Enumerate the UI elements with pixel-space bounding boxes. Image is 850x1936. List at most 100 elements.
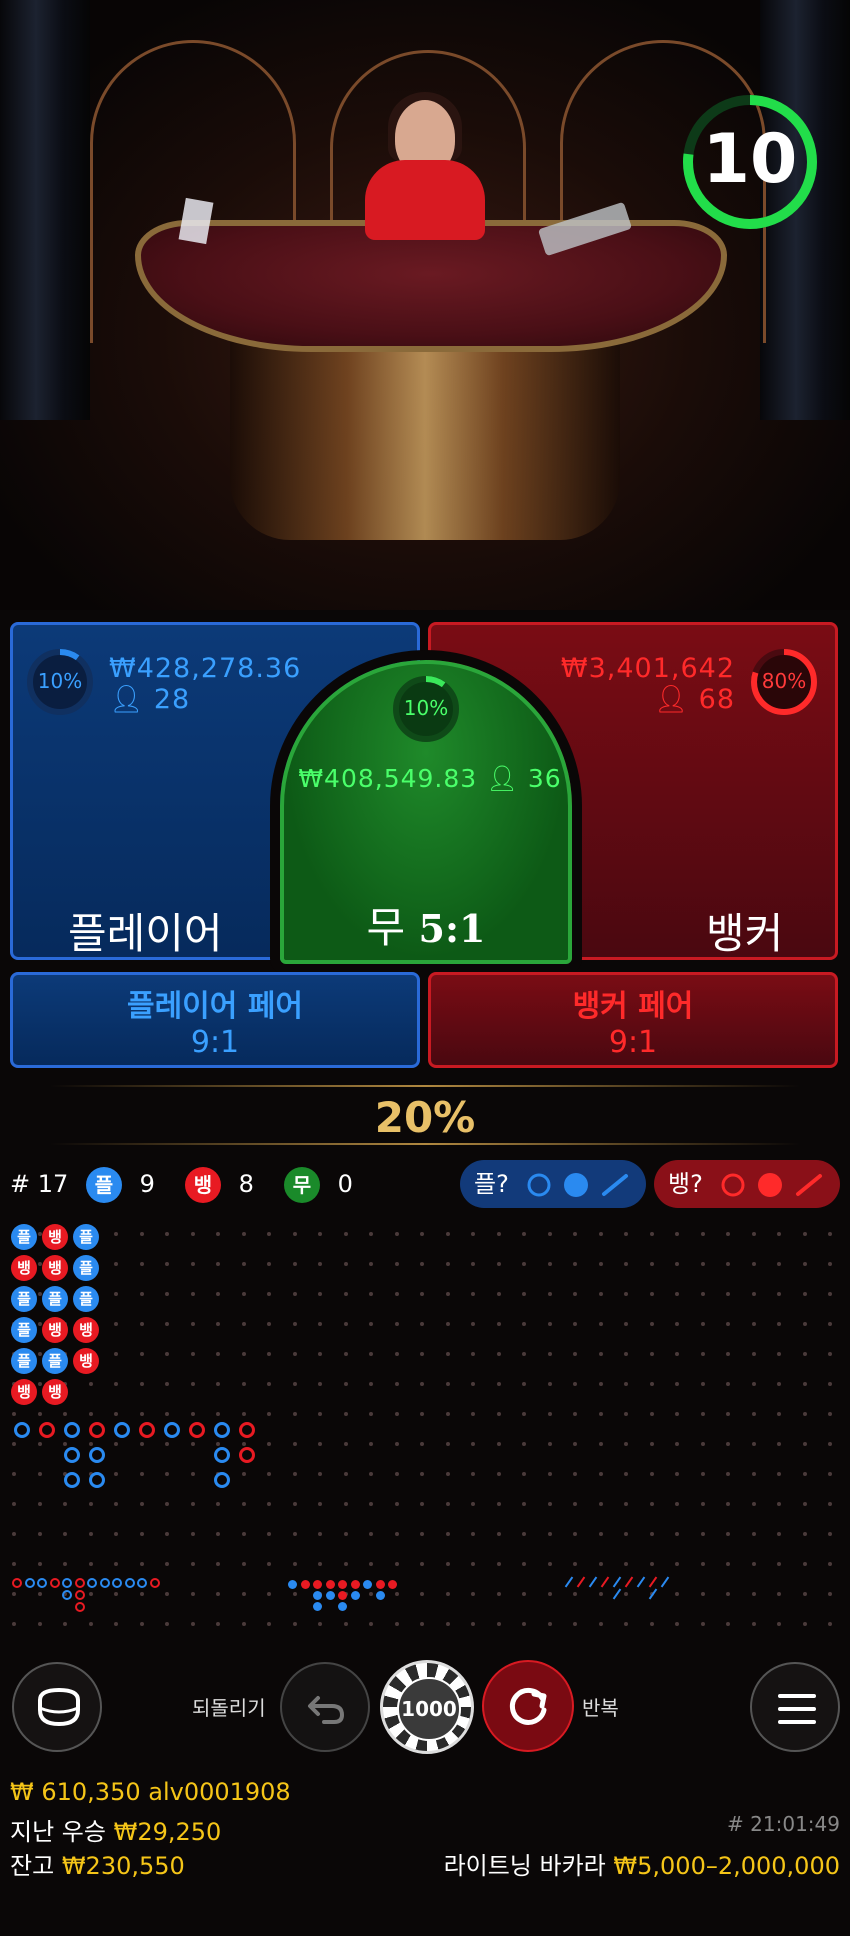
grid-dot — [726, 1262, 730, 1266]
grid-dot — [471, 1622, 475, 1626]
lobby-button[interactable] — [12, 1662, 102, 1752]
grid-dot — [292, 1382, 297, 1386]
repeat-button[interactable] — [482, 1660, 574, 1752]
grid-dot — [369, 1562, 373, 1566]
banker-win-stat: 뱅 8 — [185, 1165, 254, 1203]
balance: 잔고 ₩230,550 — [10, 1846, 185, 1881]
grid-dot — [777, 1382, 781, 1386]
grid-dot — [165, 1442, 169, 1446]
big-road-banker — [89, 1422, 105, 1438]
grid-dot — [241, 1232, 246, 1236]
grid-dot — [12, 1532, 16, 1536]
grid-dot — [343, 1472, 348, 1476]
grid-dot — [445, 1352, 450, 1356]
big-road-banker — [239, 1422, 255, 1438]
bead-player: 플 — [11, 1224, 37, 1250]
grid-dot — [675, 1352, 679, 1356]
repeat-icon — [509, 1687, 547, 1725]
chip-selector[interactable]: 1000 — [380, 1660, 474, 1754]
grid-dot — [777, 1262, 781, 1266]
tie-percent: 10% — [403, 696, 449, 720]
grid-dot — [751, 1472, 756, 1476]
small-road-player — [99, 1578, 110, 1588]
grid-dot — [420, 1232, 424, 1236]
bead-player: 플 — [11, 1348, 37, 1374]
grid-dot — [139, 1472, 144, 1476]
grid-dot — [496, 1262, 501, 1266]
cockroach-banker — [338, 1580, 347, 1589]
small-road-player — [87, 1578, 97, 1588]
grid-dot — [547, 1592, 552, 1596]
grid-dot — [802, 1382, 807, 1386]
grid-dot — [649, 1262, 654, 1266]
grid-dot — [496, 1412, 501, 1416]
grid-dot — [802, 1412, 807, 1416]
tie-bet-spot[interactable]: 10% ₩408,549.83 👤︎ 36 무 5:1 — [280, 660, 572, 964]
grid-dot — [649, 1442, 654, 1446]
grid-dot — [471, 1562, 475, 1566]
small-road-player — [124, 1578, 135, 1588]
grid-dot — [624, 1472, 628, 1476]
tie-label-line: 무 5:1 — [284, 894, 568, 955]
grid-dot — [165, 1532, 169, 1536]
grid-dot — [675, 1412, 679, 1416]
grid-dot — [675, 1292, 679, 1296]
grid-dot — [292, 1322, 297, 1326]
player-pair-bet[interactable]: 플레이어 페어 9:1 — [10, 972, 420, 1068]
cockroach-banker — [300, 1580, 310, 1589]
grid-dot — [751, 1442, 756, 1446]
grid-dot — [165, 1292, 169, 1296]
grid-dot — [624, 1562, 628, 1566]
grid-dot — [675, 1592, 679, 1596]
grid-dot — [318, 1442, 322, 1446]
cockroach-player — [363, 1580, 372, 1589]
grid-dot — [190, 1292, 195, 1296]
game-name: 라이트닝 바카라 — [443, 1852, 606, 1880]
grid-dot — [547, 1472, 552, 1476]
grid-dot — [165, 1232, 169, 1236]
banker-label: 뱅커 — [706, 909, 784, 958]
grid-dot — [777, 1622, 781, 1626]
grid-dot — [292, 1262, 297, 1266]
undo-button[interactable] — [280, 1662, 370, 1752]
banker-percent: 80% — [761, 669, 807, 693]
player-predict-button[interactable]: 플? — [460, 1160, 646, 1208]
grid-dot — [573, 1292, 577, 1296]
grid-dot — [445, 1442, 450, 1446]
balance-value: ₩230,550 — [61, 1852, 185, 1880]
small-road-banker — [74, 1590, 85, 1600]
grid-dot — [700, 1262, 705, 1266]
grid-dot — [343, 1442, 348, 1446]
grid-dot — [165, 1592, 169, 1596]
grid-dot — [190, 1472, 195, 1476]
grid-dot — [190, 1352, 195, 1356]
scoreboard-roads[interactable]: 플뱅플뱅뱅플플플플플뱅뱅플플뱅뱅뱅 — [0, 1218, 850, 1648]
grid-dot — [777, 1412, 781, 1416]
grid-dot — [369, 1472, 373, 1476]
grid-dot — [12, 1412, 16, 1416]
grid-dot — [624, 1232, 628, 1236]
grid-dot — [828, 1322, 832, 1326]
player-predict-icons — [527, 1173, 628, 1197]
grid-dot — [165, 1412, 169, 1416]
grid-dot — [777, 1502, 781, 1506]
banker-pair-label: 뱅커 페어 — [572, 989, 694, 1024]
grid-dot — [751, 1412, 756, 1416]
grid-dot — [267, 1562, 271, 1566]
grid-dot — [216, 1442, 220, 1446]
grid-dot — [37, 1622, 42, 1626]
grid-dot — [598, 1232, 603, 1236]
grid-dot — [726, 1562, 730, 1566]
banker-predict-button[interactable]: 뱅? — [654, 1160, 840, 1208]
banker-pair-bet[interactable]: 뱅커 페어 9:1 — [428, 972, 838, 1068]
big-road-player — [214, 1472, 230, 1488]
big-road-player — [114, 1422, 130, 1438]
cockroach-player — [288, 1580, 297, 1589]
grid-dot — [37, 1322, 42, 1326]
grid-dot — [802, 1562, 807, 1566]
grid-dot — [573, 1532, 577, 1536]
grid-dot — [700, 1502, 705, 1506]
grid-dot — [318, 1322, 322, 1326]
menu-button[interactable] — [750, 1662, 840, 1752]
grid-dot — [369, 1442, 373, 1446]
